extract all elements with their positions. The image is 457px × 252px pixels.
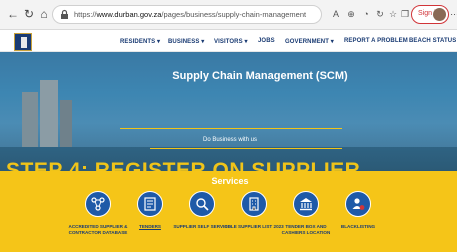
service-label: BLACKLISTING: [340, 224, 376, 229]
nav-beach-status[interactable]: BEACH STATUS: [409, 38, 456, 44]
nav-business[interactable]: BUSINESS ▾: [168, 38, 204, 45]
document-icon: [144, 197, 156, 211]
nav-residents[interactable]: RESIDENTS ▾: [120, 38, 160, 45]
services-title: Services: [211, 176, 249, 186]
address-bar[interactable]: https://www.durban.gov.za/pages/business…: [52, 5, 322, 24]
service-label: TENDERS: [139, 224, 161, 229]
nav-report-a-problem[interactable]: REPORT A PROBLEM: [344, 38, 408, 44]
building-image: [22, 92, 38, 152]
services-section: Services ACCREDITED SUPPLIER & CONTRACTO…: [0, 171, 457, 252]
favorites-icon[interactable]: ☆: [387, 8, 399, 20]
refresh-icon[interactable]: ↻: [22, 7, 36, 21]
lock-icon: [61, 9, 68, 19]
hero-banner-text: STEP 4: REGISTER ON SUPPLIER: [6, 159, 361, 171]
divider: [150, 148, 342, 149]
read-aloud-icon[interactable]: A: [330, 8, 342, 20]
home-icon[interactable]: ⌂: [37, 7, 51, 21]
refresh-page-icon[interactable]: ↻: [374, 8, 386, 20]
more-icon[interactable]: …: [450, 7, 457, 17]
building-icon: [249, 197, 259, 211]
sign-in-button[interactable]: Sign in: [411, 5, 449, 24]
service-label: SOLE SUPPLIER LIST 2023: [224, 224, 284, 229]
nav-visitors[interactable]: VISITORS ▾: [214, 38, 248, 45]
service-label: SUPPLIER SELF SERVICE: [173, 224, 231, 229]
service-label: ACCREDITED SUPPLIER & CONTRACTOR DATABAS…: [68, 224, 128, 235]
tracking-icon[interactable]: ◔: [360, 8, 372, 20]
collections-icon[interactable]: ❐: [399, 8, 411, 20]
building-image: [60, 100, 72, 152]
page-title: Supply Chain Management (SCM): [172, 70, 348, 82]
city-logo[interactable]: [14, 33, 32, 51]
hero-banner: Supply Chain Management (SCM) Do Busines…: [0, 52, 457, 171]
hero-subtitle: Do Business with us: [202, 137, 258, 143]
nav-government[interactable]: GOVERNMENT ▾: [285, 38, 334, 45]
service-label: TENDER BOX AND CASHIERS LOCATION: [281, 224, 331, 235]
blacklist-user-icon: [352, 198, 365, 210]
network-icon: [91, 197, 105, 211]
building-image: [40, 80, 58, 152]
search-icon: [196, 198, 209, 211]
browser-toolbar: ← ↻ ⌂ https://www.durban.gov.za/pages/bu…: [0, 0, 457, 30]
url-text: https://www.durban.gov.za/pages/business…: [74, 10, 307, 19]
avatar: [433, 8, 446, 21]
bank-icon: [300, 198, 312, 211]
back-icon[interactable]: ←: [6, 7, 20, 21]
nav-jobs[interactable]: JOBS: [258, 38, 275, 44]
divider: [120, 128, 342, 129]
zoom-icon[interactable]: ⊕: [345, 8, 357, 20]
